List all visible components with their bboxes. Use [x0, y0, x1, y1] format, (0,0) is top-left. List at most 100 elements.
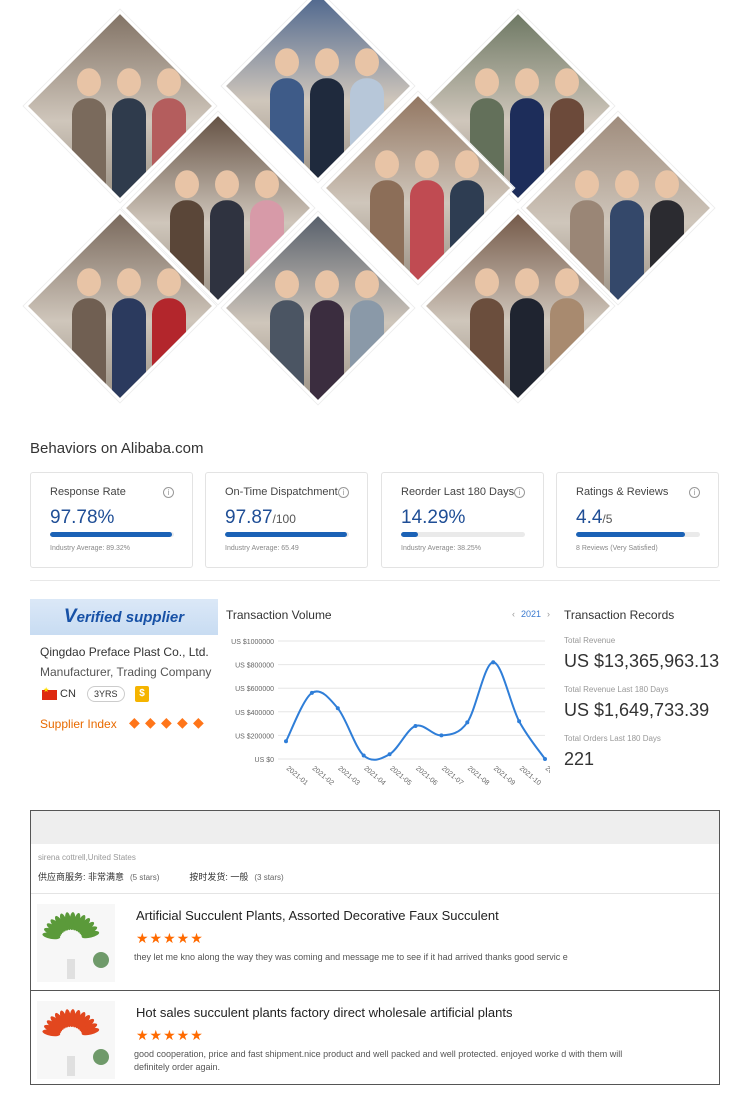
reviews-panel: sirena cottrell,United States 供应商服务: 非常满… [30, 810, 720, 1085]
next-year-button[interactable]: › [547, 609, 550, 619]
verified-supplier-banner: Verified supplier [30, 599, 218, 635]
behaviors-title: Behaviors on Alibaba.com [30, 440, 204, 457]
company-name[interactable]: Qingdao Preface Plast Co., Ltd. [40, 645, 209, 659]
orders-180-value: 221 [564, 749, 595, 769]
supplier-service-stars: (5 stars) [130, 873, 160, 882]
data-point [439, 733, 444, 738]
x-tick-label: 2021-05 [388, 765, 412, 787]
metric-progress-fill [401, 532, 419, 537]
info-icon[interactable]: i [163, 487, 174, 498]
x-tick-label: 2021-01 [285, 765, 309, 787]
years-badge: 3YRS [87, 686, 125, 702]
transaction-volume-chart: US $0 US $200000 US $400000 US $600000 US $8… [231, 639, 550, 787]
ontime-stars: (3 stars) [254, 873, 284, 882]
review-text: good cooperation, price and fast shipmen… [134, 1049, 623, 1072]
y-tick-label: US $400000 [235, 710, 274, 717]
y-tick-label: US $800000 [235, 663, 274, 670]
data-point [465, 720, 470, 725]
diamond-icon: ◆ [193, 714, 204, 730]
info-icon[interactable]: i [514, 487, 525, 498]
total-revenue-label: Total Revenue [564, 636, 616, 645]
data-point [284, 739, 288, 744]
product-title[interactable]: Artificial Succulent Plants, Assorted De… [136, 908, 499, 923]
metric-value: 97.78% [50, 507, 115, 528]
x-tick-label: 2021-06 [414, 765, 438, 787]
orders-180-label: Total Orders Last 180 Days [564, 734, 661, 743]
china-flag-icon [42, 686, 57, 700]
metric-label: Ratings & Reviews [576, 486, 669, 498]
data-point [335, 706, 340, 711]
metric-label: Response Rate [50, 486, 126, 498]
info-icon[interactable]: i [689, 487, 700, 498]
metric-progress-fill [50, 532, 172, 537]
metric-progress-fill [225, 532, 347, 537]
data-point [361, 753, 366, 758]
industry-average: Industry Average: 65.49 [225, 545, 299, 552]
x-tick-label: 2021-04 [362, 765, 386, 787]
product-thumbnail[interactable] [37, 904, 115, 982]
year-selector: ‹ 2021 › [506, 609, 556, 619]
prev-year-button[interactable]: ‹ [512, 609, 515, 619]
x-tick-label: 2021-09 [492, 765, 516, 787]
metric-progress-bar [225, 532, 349, 537]
x-tick-label: 2021-08 [466, 765, 490, 787]
metric-card: Reorder Last 180 Days i 14.29% Industry Ave… [381, 472, 544, 568]
metric-label: On-Time Dispatchment [225, 486, 338, 498]
metric-card: On-Time Dispatchment i 97.87/100 Industry A… [205, 472, 368, 568]
metric-value: 4.4/5 [576, 507, 613, 528]
year-label: 2021 [521, 609, 542, 619]
info-icon[interactable]: i [338, 487, 349, 498]
star-rating: ★★★★★ [136, 1027, 204, 1043]
country-code: CN [60, 688, 76, 700]
metric-progress-bar [401, 532, 525, 537]
x-tick-label: 2021-03 [337, 765, 361, 787]
gold-supplier-icon: $ [135, 686, 149, 702]
product-thumbnail[interactable] [37, 1001, 115, 1079]
metric-progress-fill [576, 532, 686, 537]
industry-average: Industry Average: 38.25% [401, 545, 482, 552]
data-point [387, 752, 392, 757]
review-item: Hot sales succulent plants factory direc… [31, 991, 719, 1087]
supplier-index-rating: ◆ ◆ ◆ ◆ ◆ [129, 714, 219, 730]
metric-value: 14.29% [401, 507, 466, 528]
supplier-panel: Verified supplier Qingdao Preface Plast … [30, 580, 720, 796]
x-tick-label: 2021-07 [440, 765, 464, 787]
diamond-icon: ◆ [145, 714, 156, 730]
company-type: Manufacturer, Trading Company [40, 665, 212, 679]
star-rating: ★★★★★ [136, 930, 204, 946]
revenue-180-value: US $1,649,733.39 [564, 700, 710, 720]
metric-label: Reorder Last 180 Days [401, 486, 515, 498]
metric-progress-bar [50, 532, 174, 537]
supplier-index-label[interactable]: Supplier Index [40, 717, 117, 731]
y-tick-label: US $1000000 [231, 639, 274, 646]
photo-collage [0, 0, 750, 410]
y-tick-label: US $0 [255, 757, 275, 764]
metric-card: Ratings & Reviews i 4.4/5 8 Reviews (Very S… [556, 472, 719, 568]
metric-card: Response Rate i 97.78% Industry Average: 89… [30, 472, 193, 568]
x-tick-label: 2021-02 [311, 765, 335, 787]
metric-progress-bar [576, 532, 700, 537]
industry-average: 8 Reviews (Very Satisfied) [576, 545, 658, 552]
data-point [517, 719, 522, 724]
diamond-icon: ◆ [177, 714, 188, 730]
reviewer-name: sirena cottrell,United States [38, 853, 136, 862]
y-tick-label: US $600000 [235, 686, 274, 693]
x-tick-label: 2021-10 [518, 765, 542, 787]
reviews-header-bar [31, 811, 719, 844]
diamond-icon: ◆ [129, 714, 140, 730]
verified-supplier-card[interactable]: Verified supplier Qingdao Preface Plast … [30, 599, 220, 749]
total-revenue-value: US $13,365,963.13 [564, 651, 720, 671]
data-point [491, 660, 496, 665]
transaction-volume-title: Transaction Volume [226, 608, 332, 622]
data-point [543, 757, 547, 761]
review-ratings-line: 供应商服务: 非常满意 (5 stars) 按时发货: 一般 (3 stars) [38, 870, 284, 883]
data-point [309, 690, 314, 695]
transaction-records-title: Transaction Records [564, 608, 675, 622]
revenue-180-label: Total Revenue Last 180 Days [564, 685, 669, 694]
product-title[interactable]: Hot sales succulent plants factory direc… [136, 1005, 512, 1020]
diamond-icon: ◆ [161, 714, 172, 730]
x-tick-label: 2021-11 [544, 765, 550, 787]
industry-average: Industry Average: 89.32% [50, 545, 131, 552]
review-item: Artificial Succulent Plants, Assorted De… [31, 894, 719, 990]
ontime-rating: 按时发货: 一般 [189, 872, 249, 882]
